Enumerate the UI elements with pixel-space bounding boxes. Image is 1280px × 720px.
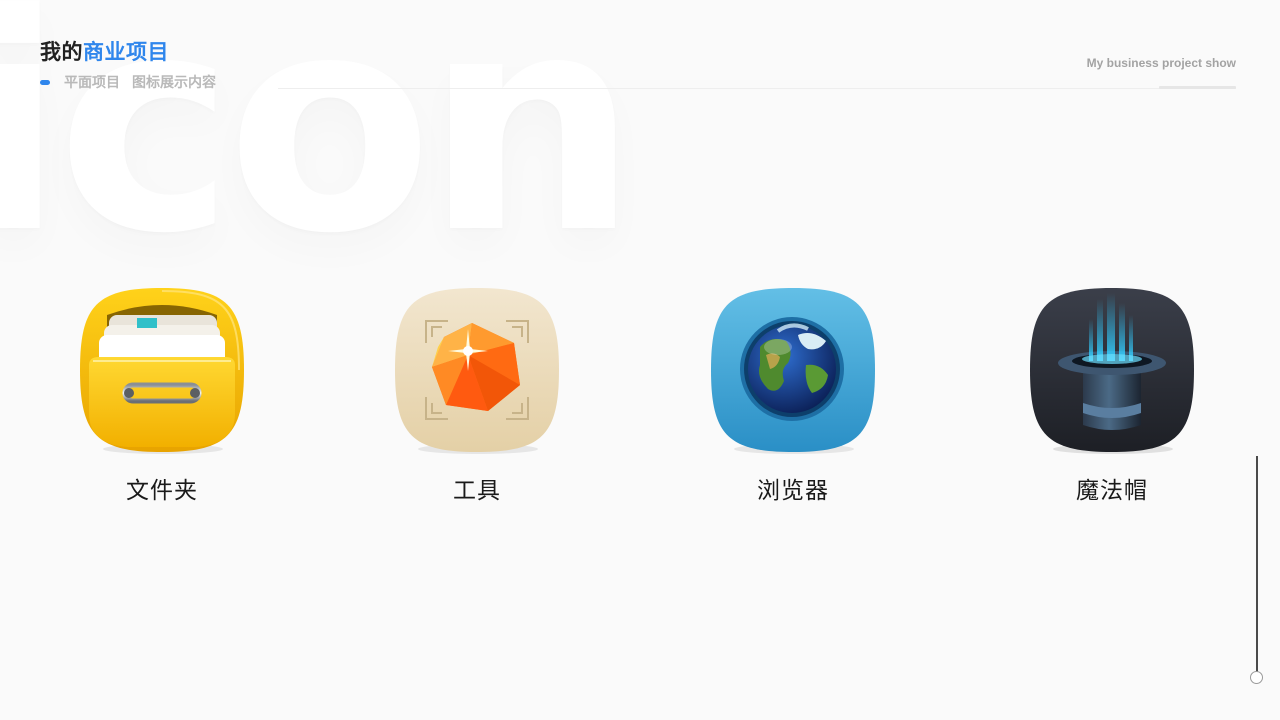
icon-card-tool[interactable]: 工具 xyxy=(392,285,562,505)
subtitle-bullet xyxy=(40,79,50,85)
page-title-prefix: 我的 xyxy=(40,40,83,64)
icon-card-magic-hat[interactable]: 魔法帽 xyxy=(1027,285,1197,505)
icon-label-tool: 工具 xyxy=(453,478,501,504)
english-caption-underline xyxy=(1159,86,1236,89)
subtitle-description: 图标展示内容 xyxy=(132,75,216,91)
scroll-indicator-track[interactable] xyxy=(1256,456,1258,674)
page-title: 我的商业项目 xyxy=(40,36,169,66)
icon-label-magic-hat: 魔法帽 xyxy=(1076,478,1148,504)
folder-drawer-icon xyxy=(80,288,244,454)
header-divider xyxy=(278,88,1236,89)
gem-tool-icon xyxy=(395,288,559,454)
subtitle-category: 平面项目 xyxy=(64,75,120,91)
icon-card-browser[interactable]: 浏览器 xyxy=(708,285,878,505)
icon-label-folder: 文件夹 xyxy=(126,478,198,504)
magic-hat-icon xyxy=(1030,288,1194,454)
icon-label-browser: 浏览器 xyxy=(757,478,829,504)
globe-browser-icon xyxy=(711,288,875,454)
scroll-indicator-knob[interactable] xyxy=(1250,671,1263,684)
page-subtitle: 平面项目 图标展示内容 xyxy=(40,73,216,91)
english-caption: My business project show xyxy=(1086,56,1236,70)
page-title-accent: 商业项目 xyxy=(83,40,169,64)
icon-card-folder[interactable]: 文件夹 xyxy=(77,285,247,505)
